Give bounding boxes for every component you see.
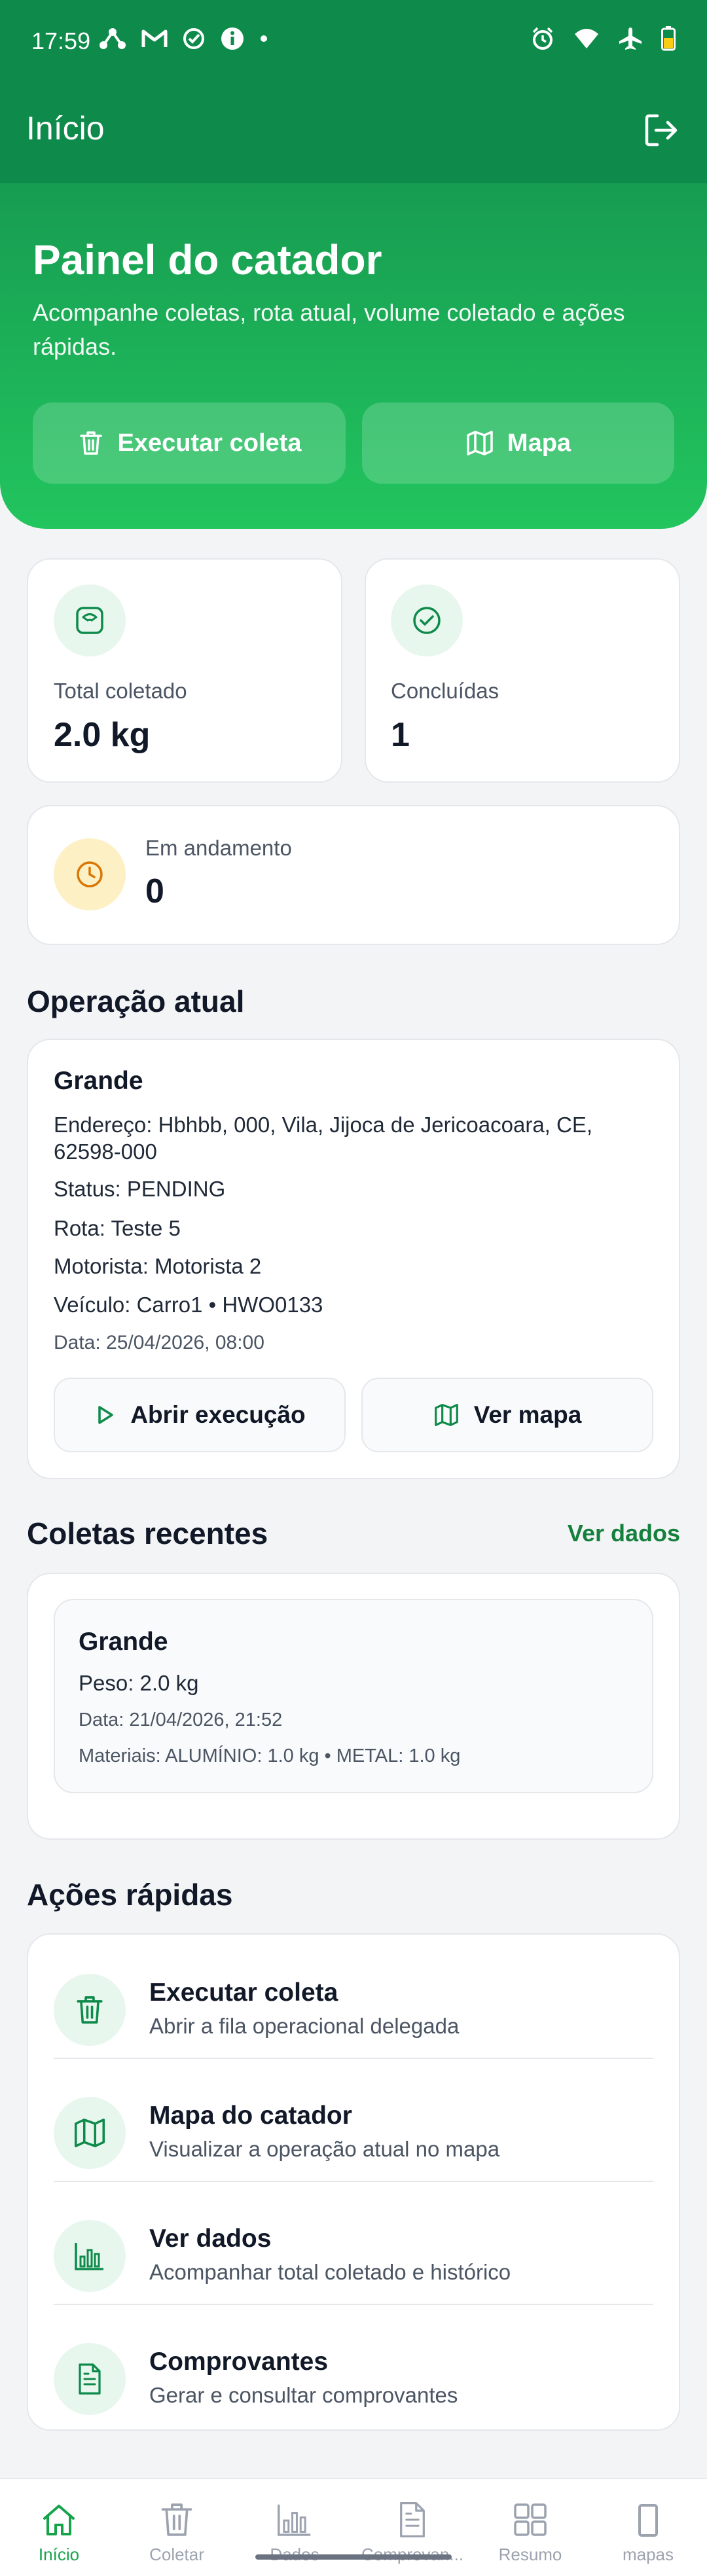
operation-status: Status: PENDING [54, 1177, 226, 1201]
quick-action-map[interactable]: Mapa do catador Visualizar a operação at… [54, 2071, 653, 2194]
quick-action-title: Executar coleta [149, 1978, 338, 2007]
page-title: Início [26, 110, 105, 147]
quick-action-execute[interactable]: Executar coleta Abrir a fila operacional… [54, 1948, 653, 2071]
divider [54, 2181, 653, 2182]
quick-action-subtitle: Visualizar a operação atual no mapa [149, 2137, 500, 2161]
status-time: 17:59 [31, 27, 91, 54]
nav-label: mapas [622, 2545, 674, 2564]
quick-action-subtitle: Abrir a fila operacional delegada [149, 2014, 460, 2038]
recent-item-weight: Peso: 2.0 kg [79, 1671, 199, 1695]
bar-chart-icon [278, 2504, 311, 2536]
nav-item-collect[interactable]: Coletar [118, 2479, 236, 2576]
divider [54, 2058, 653, 2059]
logout-icon[interactable] [642, 111, 681, 150]
hero-panel: Painel do catador Acompanhe coletas, rot… [0, 183, 707, 529]
map-button[interactable]: Mapa [362, 402, 674, 484]
recent-item-date: Data: 21/04/2026, 21:52 [79, 1709, 283, 1730]
in-progress-label: Em andamento [145, 836, 292, 860]
nav-item-data[interactable]: Dados [236, 2479, 354, 2576]
recent-item-materials: Materiais: ALUMÍNIO: 1.0 kg • METAL: 1.0… [79, 1745, 461, 1766]
hero-subtitle: Acompanhe coletas, rota atual, volume co… [33, 299, 625, 360]
alarm-icon [532, 27, 553, 50]
app-bar: Início [0, 82, 707, 183]
operation-route: Rota: Teste 5 [54, 1216, 181, 1240]
play-icon [98, 1406, 114, 1424]
clock-icon [54, 838, 126, 910]
done-label: Concluídas [391, 679, 499, 703]
scale-icon [54, 584, 126, 656]
open-execution-button[interactable]: Abrir execução [54, 1378, 346, 1452]
bottom-navigation: Início Coletar Dados Comprovan... Resumo… [0, 2478, 707, 2576]
nav-label: Início [38, 2545, 80, 2564]
divider [54, 2304, 653, 2305]
recent-collections-title: Coletas recentes [27, 1516, 268, 1550]
nav-item-maps[interactable]: mapas [589, 2479, 707, 2576]
document-icon [54, 2343, 126, 2415]
operation-address-line2: 62598-000 [54, 1139, 157, 1164]
quick-action-subtitle: Acompanhar total coletado e histórico [149, 2260, 511, 2284]
home-indicator [255, 2554, 452, 2560]
map-icon [467, 431, 493, 456]
execute-collection-button[interactable]: Executar coleta [33, 402, 346, 484]
quick-action-subtitle: Gerar e consultar comprovantes [149, 2383, 458, 2407]
quick-action-receipts[interactable]: Comprovantes Gerar e consultar comprovan… [54, 2317, 653, 2441]
map-button-label: Mapa [507, 429, 571, 457]
map-icon [54, 2097, 126, 2169]
view-map-button[interactable]: Ver mapa [361, 1378, 653, 1452]
gmail-icon [141, 29, 168, 47]
recent-item-name: Grande [79, 1628, 168, 1656]
in-progress-value: 0 [145, 872, 164, 910]
quick-action-view-data[interactable]: Ver dados Acompanhar total coletado e hi… [54, 2194, 653, 2317]
trash-icon [79, 431, 102, 455]
document-icon [400, 2502, 425, 2537]
airplane-icon [619, 27, 642, 50]
total-collected-label: Total coletado [54, 679, 187, 703]
done-value: 1 [391, 716, 410, 754]
nav-item-summary[interactable]: Resumo [471, 2479, 589, 2576]
nav-item-receipts[interactable]: Comprovan... [354, 2479, 471, 2576]
open-execution-label: Abrir execução [130, 1401, 306, 1428]
nav-item-home[interactable]: Início [0, 2479, 118, 2576]
nav-label: Resumo [498, 2545, 562, 2564]
home-icon [43, 2505, 75, 2535]
operation-driver: Motorista: Motorista 2 [54, 1254, 262, 1278]
hero-title: Painel do catador [33, 236, 382, 283]
network-icon [100, 28, 126, 49]
trash-icon [54, 1974, 126, 2046]
current-operation-title: Operação atual [27, 984, 245, 1018]
nav-label: Coletar [149, 2545, 204, 2564]
check-circle-status-icon [183, 28, 204, 49]
battery-icon [661, 26, 676, 51]
map-icon [434, 1404, 458, 1426]
dot-icon [261, 35, 267, 42]
phone-icon [638, 2504, 658, 2537]
bar-chart-icon [54, 2220, 126, 2292]
operation-date: Data: 25/04/2026, 08:00 [54, 1332, 264, 1353]
status-notification-icons [98, 26, 268, 51]
quick-actions-title: Ações rápidas [27, 1878, 233, 1912]
operation-address-line1: Endereço: Hbhbb, 000, Vila, Jijoca de Je… [54, 1113, 593, 1137]
trash-icon [161, 2503, 192, 2536]
operation-name: Grande [54, 1067, 143, 1095]
execute-collection-label: Executar coleta [117, 429, 302, 457]
quick-action-title: Mapa do catador [149, 2102, 352, 2130]
info-icon [221, 27, 244, 50]
status-bar: 17:59 [0, 0, 707, 82]
wifi-icon [575, 29, 598, 48]
view-data-link[interactable]: Ver dados [568, 1520, 680, 1547]
quick-action-title: Ver dados [149, 2225, 272, 2253]
operation-vehicle: Veículo: Carro1 • HWO0133 [54, 1293, 323, 1317]
total-collected-value: 2.0 kg [54, 716, 151, 754]
check-circle-icon [391, 584, 463, 656]
quick-action-title: Comprovantes [149, 2348, 329, 2376]
status-system-icons [530, 26, 676, 51]
view-map-label: Ver mapa [473, 1401, 582, 1428]
grid-icon [514, 2503, 547, 2536]
